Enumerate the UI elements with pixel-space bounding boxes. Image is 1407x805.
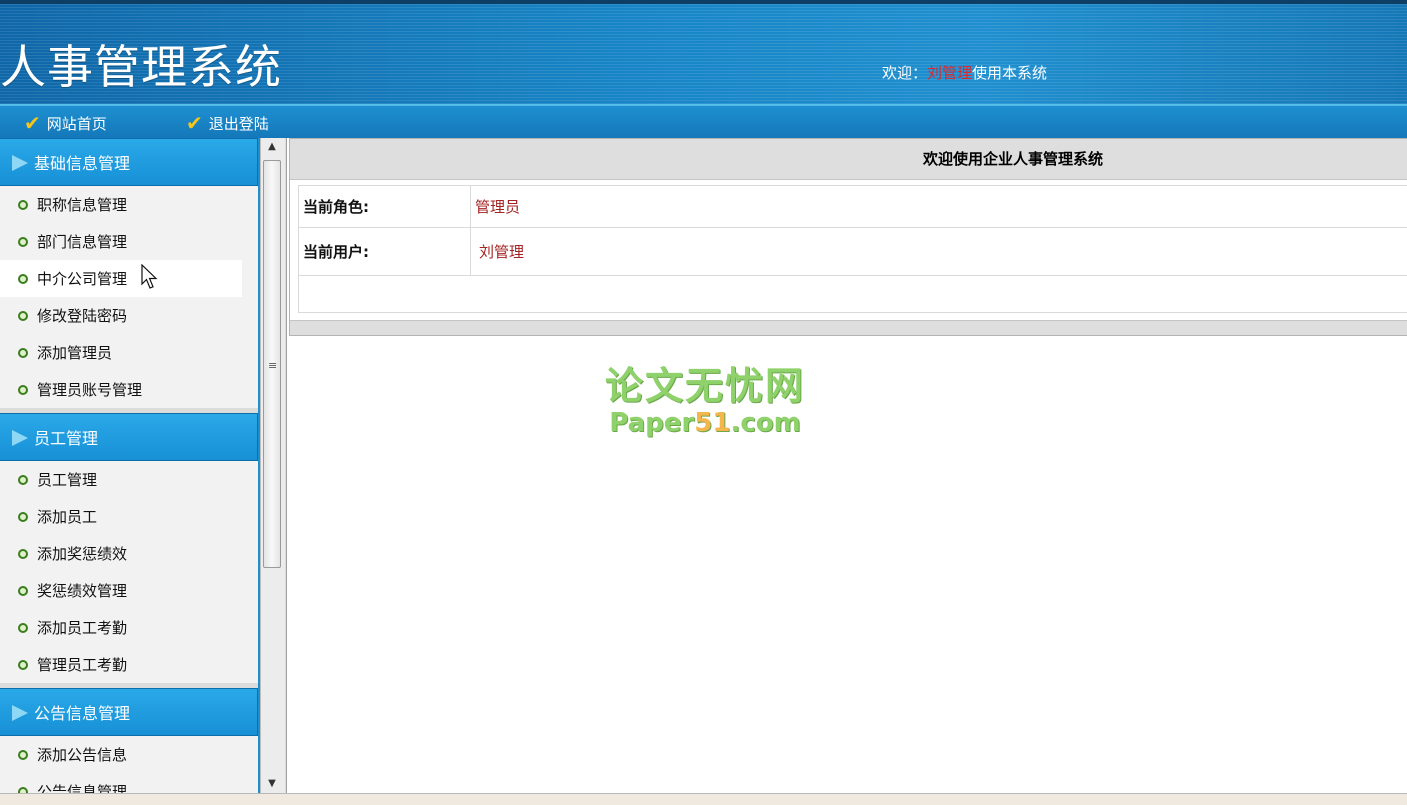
sidebar-item-add-admin[interactable]: 添加管理员 <box>0 334 258 371</box>
menu-group-title: 员工管理 <box>34 425 98 449</box>
sidebar-item-agency-company[interactable]: 中介公司管理 <box>0 260 242 297</box>
empty-cell <box>299 276 1407 313</box>
top-nav-bar: ✔ 网站首页 ✔ 退出登陆 <box>0 106 1407 138</box>
welcome-username: 刘管理 <box>927 64 972 82</box>
menu-group-employee[interactable]: 员工管理 <box>0 413 258 461</box>
sidebar-item-admin-accounts[interactable]: 管理员账号管理 <box>0 371 258 408</box>
menu-group-title: 公告信息管理 <box>34 700 130 724</box>
circle-bullet-icon <box>18 348 28 358</box>
window-bottom-strip <box>0 793 1407 805</box>
sidebar-item-employee-manage[interactable]: 员工管理 <box>0 461 258 498</box>
sidebar-item-label: 职称信息管理 <box>37 194 127 215</box>
system-title: 人事管理系统 <box>0 38 282 96</box>
sidebar-item-department-info[interactable]: 部门信息管理 <box>0 223 258 260</box>
sidebar-item-label: 修改登陆密码 <box>37 305 127 326</box>
sidebar-item-label: 添加员工考勤 <box>37 617 127 638</box>
sidebar-item-change-password[interactable]: 修改登陆密码 <box>0 297 258 334</box>
home-link-label: 网站首页 <box>47 113 107 134</box>
circle-bullet-icon <box>18 750 28 760</box>
welcome-panel: 欢迎使用企业人事管理系统 当前角色: 管理员 当前用户: 刘管理 <box>289 138 1407 336</box>
scroll-up-icon[interactable]: ▲ <box>263 138 281 156</box>
sidebar-item-label: 公告信息管理 <box>37 781 127 793</box>
watermark-url-a: Paper <box>609 408 694 438</box>
sidebar-item-attendance-manage[interactable]: 管理员工考勤 <box>0 646 258 683</box>
sidebar-item-add-attendance[interactable]: 添加员工考勤 <box>0 609 258 646</box>
welcome-suffix: 使用本系统 <box>972 64 1047 82</box>
scrollbar-thumb[interactable]: ≡ <box>263 160 281 568</box>
sidebar-item-label: 添加员工 <box>37 506 97 527</box>
user-label: 当前用户: <box>299 228 471 276</box>
circle-bullet-icon <box>18 237 28 247</box>
circle-bullet-icon <box>18 274 28 284</box>
logout-link[interactable]: ✔ 退出登陆 <box>186 112 269 134</box>
circle-bullet-icon <box>18 200 28 210</box>
sidebar-item-add-employee[interactable]: 添加员工 <box>0 498 258 535</box>
circle-bullet-icon <box>18 475 28 485</box>
role-label: 当前角色: <box>299 186 471 228</box>
watermark-title: 论文无忧网 <box>600 364 810 408</box>
main-content: 欢迎使用企业人事管理系统 当前角色: 管理员 当前用户: 刘管理 论文无忧网 P… <box>287 138 1407 793</box>
logout-link-label: 退出登陆 <box>209 113 269 134</box>
scroll-down-icon[interactable]: ▼ <box>263 775 281 793</box>
circle-bullet-icon <box>18 512 28 522</box>
menu-group-notice[interactable]: 公告信息管理 <box>0 688 258 736</box>
table-row <box>299 276 1407 313</box>
app-header: 人事管理系统 欢迎：刘管理使用本系统 <box>0 0 1407 106</box>
mouse-cursor-icon <box>141 264 159 290</box>
sidebar-item-notice-manage[interactable]: 公告信息管理 <box>0 773 258 793</box>
sidebar-item-add-performance[interactable]: 添加奖惩绩效 <box>0 535 258 572</box>
sidebar-item-performance-manage[interactable]: 奖惩绩效管理 <box>0 572 258 609</box>
sidebar-item-label: 部门信息管理 <box>37 231 127 252</box>
circle-bullet-icon <box>18 660 28 670</box>
sidebar-menu: 基础信息管理 职称信息管理 部门信息管理 中介公司管理 修改登陆密码 添加管理员… <box>0 138 260 793</box>
grip-icon: ≡ <box>268 359 277 372</box>
arrow-right-icon <box>12 430 28 446</box>
role-value: 管理员 <box>471 186 1407 228</box>
sidebar-item-label: 添加管理员 <box>37 342 112 363</box>
sidebar-item-add-notice[interactable]: 添加公告信息 <box>0 736 258 773</box>
circle-bullet-icon <box>18 549 28 559</box>
check-icon: ✔ <box>24 111 41 135</box>
menu-group-title: 基础信息管理 <box>34 150 130 174</box>
user-info-table: 当前角色: 管理员 当前用户: 刘管理 <box>298 185 1407 313</box>
user-value: 刘管理 <box>471 228 1407 276</box>
check-icon: ✔ <box>186 111 203 135</box>
circle-bullet-icon <box>18 311 28 321</box>
menu-group-basic-info[interactable]: 基础信息管理 <box>0 138 258 186</box>
home-link[interactable]: ✔ 网站首页 <box>24 112 107 134</box>
sidebar-item-label: 中介公司管理 <box>37 268 127 289</box>
panel-title: 欢迎使用企业人事管理系统 <box>290 139 1407 180</box>
watermark-url: Paper51.com <box>600 408 810 438</box>
sidebar-item-label: 奖惩绩效管理 <box>37 580 127 601</box>
circle-bullet-icon <box>18 623 28 633</box>
welcome-prefix: 欢迎： <box>882 64 927 82</box>
sidebar-item-label: 管理员账号管理 <box>37 379 142 400</box>
sidebar-item-label: 添加公告信息 <box>37 744 127 765</box>
sidebar-scrollbar[interactable]: ▲ ≡ ▼ <box>260 138 285 793</box>
sidebar-item-title-info[interactable]: 职称信息管理 <box>0 186 258 223</box>
watermark-url-num: 51 <box>694 408 730 438</box>
watermark-logo: 论文无忧网 Paper51.com <box>600 364 810 438</box>
sidebar-item-label: 员工管理 <box>37 469 97 490</box>
table-row: 当前用户: 刘管理 <box>299 228 1407 276</box>
watermark-url-b: .com <box>730 408 800 438</box>
arrow-right-icon <box>12 155 28 171</box>
sidebar-item-label: 管理员工考勤 <box>37 654 127 675</box>
circle-bullet-icon <box>18 586 28 596</box>
panel-footer <box>290 320 1407 335</box>
table-row: 当前角色: 管理员 <box>299 186 1407 228</box>
welcome-message: 欢迎：刘管理使用本系统 <box>882 62 1047 83</box>
sidebar-item-label: 添加奖惩绩效 <box>37 543 127 564</box>
sidebar-frame: 基础信息管理 职称信息管理 部门信息管理 中介公司管理 修改登陆密码 添加管理员… <box>0 138 287 793</box>
circle-bullet-icon <box>18 385 28 395</box>
arrow-right-icon <box>12 705 28 721</box>
